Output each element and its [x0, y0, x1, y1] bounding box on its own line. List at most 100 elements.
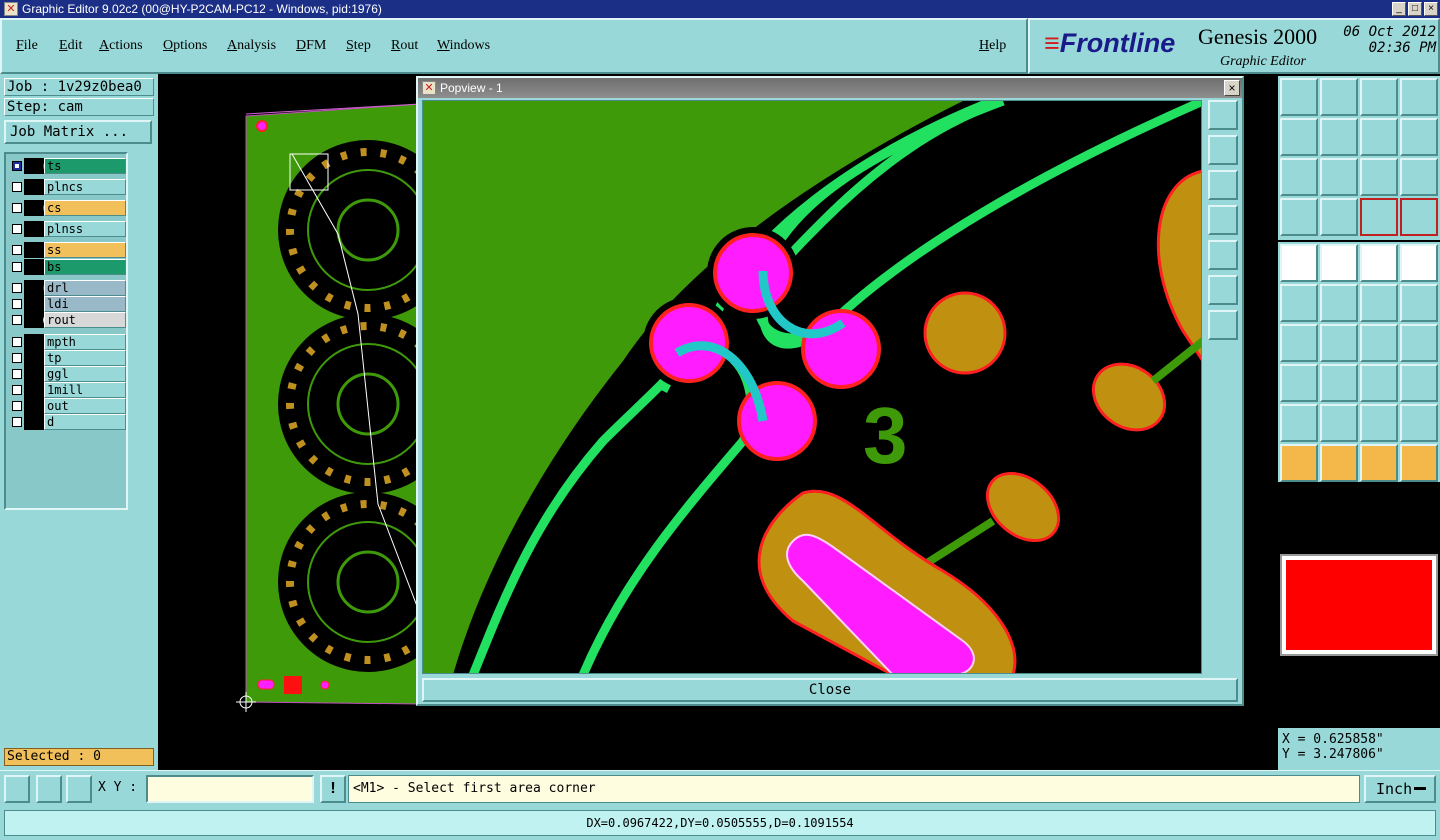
- layer-checkbox[interactable]: [12, 337, 22, 347]
- connect-icon[interactable]: [1280, 284, 1318, 322]
- layer-row-plncs[interactable]: plncs: [8, 179, 126, 195]
- layer-checkbox[interactable]: [12, 385, 22, 395]
- window-icon[interactable]: [1400, 78, 1438, 116]
- job-matrix-button[interactable]: Job Matrix ...: [4, 120, 152, 144]
- fit-icon[interactable]: [1280, 158, 1318, 196]
- pan-right-icon[interactable]: [1320, 118, 1358, 156]
- layer-row-mpth[interactable]: mpth: [8, 334, 126, 350]
- arc-icon[interactable]: [1360, 324, 1398, 362]
- ruler-icon[interactable]: [1360, 244, 1398, 282]
- measure-icon[interactable]: [36, 775, 62, 803]
- menu-edit[interactable]: Edit: [59, 38, 82, 54]
- center-icon[interactable]: [1320, 158, 1358, 196]
- layer-checkbox[interactable]: [12, 369, 22, 379]
- text-fill-icon[interactable]: [1400, 324, 1438, 362]
- pan-left-icon[interactable]: [1280, 118, 1318, 156]
- layer-checkbox[interactable]: [12, 353, 22, 363]
- menu-rout[interactable]: Rout: [391, 38, 418, 54]
- menu-analysis[interactable]: Analysis: [227, 38, 276, 54]
- grid-toggle-icon[interactable]: [1320, 198, 1358, 236]
- layer-row-cs[interactable]: cs: [8, 200, 126, 216]
- layer-checkbox[interactable]: [12, 245, 22, 255]
- route-icon[interactable]: [1320, 244, 1358, 282]
- popview-close-icon[interactable]: ×: [1224, 80, 1240, 96]
- menu-dfm[interactable]: DFM: [296, 38, 326, 54]
- line-icon[interactable]: [1280, 324, 1318, 362]
- delete-icon[interactable]: [1320, 284, 1358, 322]
- add-icon[interactable]: [1400, 284, 1438, 322]
- triangle-fill-icon[interactable]: [1360, 404, 1398, 442]
- home-icon[interactable]: [1360, 78, 1398, 116]
- popview-up-icon[interactable]: [1208, 135, 1238, 165]
- popview-canvas[interactable]: 3: [422, 100, 1202, 674]
- popview-close-button[interactable]: Close: [422, 678, 1238, 702]
- alert-button[interactable]: !: [320, 775, 346, 803]
- popview-zoom-out-icon[interactable]: [1208, 310, 1238, 340]
- layer-checkbox[interactable]: [12, 262, 22, 272]
- close-window-button[interactable]: ×: [1424, 2, 1438, 16]
- layer-row-d[interactable]: d: [8, 414, 126, 430]
- select-box-icon[interactable]: [1320, 444, 1358, 482]
- menu-options[interactable]: Options: [163, 38, 207, 54]
- triangle-blue-icon[interactable]: [1400, 404, 1438, 442]
- pointer-alt-icon[interactable]: [1360, 444, 1398, 482]
- maximize-button[interactable]: □: [1408, 2, 1422, 16]
- menu-help[interactable]: Help: [979, 38, 1006, 54]
- layer-checkbox[interactable]: [12, 203, 22, 213]
- layer-checkbox[interactable]: [12, 315, 22, 325]
- break-icon[interactable]: [1320, 364, 1358, 402]
- layer-row-ldi[interactable]: ldi: [8, 296, 126, 312]
- layer-checkbox[interactable]: [12, 417, 22, 427]
- zoom-down-icon[interactable]: [1320, 78, 1358, 116]
- layer-checkbox[interactable]: [12, 283, 22, 293]
- popview-down-icon[interactable]: [1208, 170, 1238, 200]
- popview-zoom-in-icon[interactable]: [1208, 275, 1238, 305]
- scale-icon[interactable]: [1360, 158, 1398, 196]
- popview-titlebar[interactable]: ✕ Popview - 1 ×: [418, 78, 1242, 98]
- triangle-icon[interactable]: [1280, 404, 1318, 442]
- draw-icon[interactable]: [1320, 324, 1358, 362]
- layer-checkbox[interactable]: [12, 401, 22, 411]
- layer-checkbox[interactable]: [12, 224, 22, 234]
- layer-row-rout[interactable]: rout: [8, 312, 126, 328]
- layer-row-ggl[interactable]: ggl: [8, 366, 126, 382]
- grid-icon[interactable]: [66, 775, 92, 803]
- popview-left-icon[interactable]: [1208, 205, 1238, 235]
- menu-step[interactable]: Step: [346, 38, 371, 54]
- swap-icon[interactable]: [1360, 118, 1398, 156]
- layer-row-bs[interactable]: bs: [8, 259, 126, 275]
- move-icon[interactable]: [1360, 284, 1398, 322]
- layer-row-tp[interactable]: tp: [8, 350, 126, 366]
- menu-actions[interactable]: Actions: [99, 38, 143, 54]
- measure-icon[interactable]: [1360, 364, 1398, 402]
- popview-right-icon[interactable]: [1208, 240, 1238, 270]
- zoom-up-icon[interactable]: [1280, 78, 1318, 116]
- layer-stack-icon[interactable]: [1360, 198, 1398, 236]
- help-icon[interactable]: [1400, 158, 1438, 196]
- unit-selector[interactable]: Inch: [1364, 775, 1436, 803]
- layer-row-out[interactable]: out: [8, 398, 126, 414]
- layer-stack-alt-icon[interactable]: [1400, 198, 1438, 236]
- layer-row-ss[interactable]: ss: [8, 242, 126, 258]
- minimize-button[interactable]: _: [1392, 2, 1406, 16]
- layer-row-drl[interactable]: drl: [8, 280, 126, 296]
- layer-checkbox[interactable]: [12, 182, 22, 192]
- popview-zoom-fit-icon[interactable]: [1208, 100, 1238, 130]
- layer-row-1mill[interactable]: 1mill: [8, 382, 126, 398]
- net-icon[interactable]: [1280, 364, 1318, 402]
- pointer-icon[interactable]: [1280, 444, 1318, 482]
- xy-input[interactable]: [146, 775, 314, 803]
- menu-file[interactable]: File: [16, 38, 38, 54]
- pad-icon[interactable]: [1280, 244, 1318, 282]
- copy-icon[interactable]: [1400, 364, 1438, 402]
- select-feature-icon[interactable]: [1400, 244, 1438, 282]
- snap-mode-icon[interactable]: [4, 775, 30, 803]
- layer-row-ts[interactable]: ts: [8, 158, 126, 174]
- layer-row-plnss[interactable]: plnss: [8, 221, 126, 237]
- snap-trace-icon[interactable]: [1400, 444, 1438, 482]
- snap-icon[interactable]: [1400, 118, 1438, 156]
- triangle-alt-icon[interactable]: [1320, 404, 1358, 442]
- layer-checkbox[interactable]: [12, 161, 22, 171]
- layer-checkbox[interactable]: [12, 299, 22, 309]
- tool-settings-icon[interactable]: [1280, 198, 1318, 236]
